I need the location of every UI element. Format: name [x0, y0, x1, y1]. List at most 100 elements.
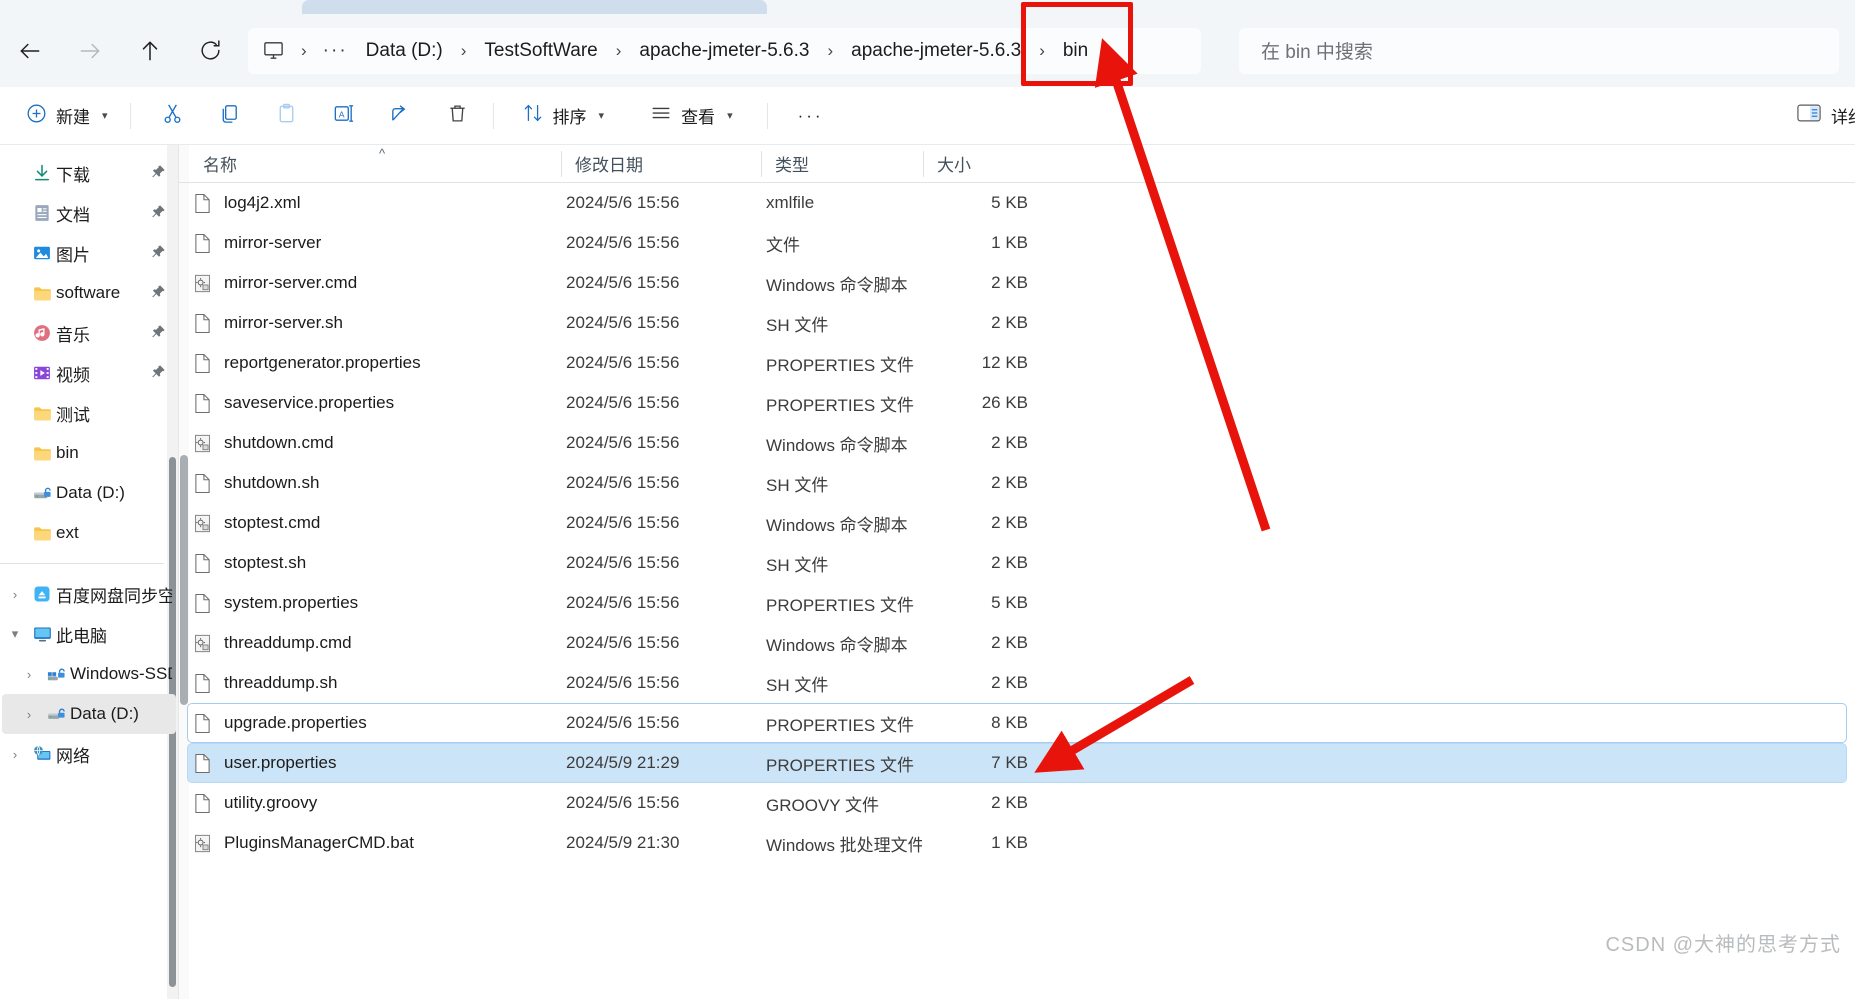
sidebar-item-baidu-netdisk[interactable]: › 百度网盘同步空间 [2, 574, 176, 614]
table-row[interactable]: user.properties 2024/5/9 21:29 PROPERTIES … [187, 743, 1847, 783]
breadcrumb-separator-3[interactable]: › [819, 41, 841, 61]
file-name-cell[interactable]: threaddump.sh [188, 673, 560, 694]
up-button[interactable] [128, 29, 172, 73]
cut-button[interactable] [147, 96, 198, 136]
file-name-cell[interactable]: system.properties [188, 593, 560, 614]
chevron-right-icon[interactable]: › [2, 747, 28, 762]
rename-button[interactable]: A [318, 96, 369, 136]
search-box[interactable]: 在 bin 中搜索 [1239, 27, 1839, 74]
column-header-type[interactable]: 类型 [761, 145, 923, 183]
column-header-date[interactable]: 修改日期 [561, 145, 761, 183]
table-row[interactable]: PluginsManagerCMD.bat 2024/5/9 21:30 Windo… [187, 823, 1847, 863]
pin-icon[interactable] [151, 364, 166, 384]
pin-icon[interactable] [151, 324, 166, 344]
breadcrumb-separator-4[interactable]: › [1031, 41, 1053, 61]
sidebar-item-videos[interactable]: 视频 [2, 353, 176, 393]
copy-button[interactable] [204, 96, 255, 136]
back-button[interactable] [8, 29, 52, 73]
file-name-cell[interactable]: mirror-server [188, 233, 560, 254]
breadcrumb-item-apache-jmeter-outer[interactable]: apache-jmeter-5.6.3 [629, 35, 819, 67]
table-row[interactable]: system.properties 2024/5/6 15:56 PROPERTIE… [187, 583, 1847, 623]
pin-icon[interactable] [151, 204, 166, 224]
breadcrumb-item-bin[interactable]: bin [1053, 35, 1098, 67]
table-row[interactable]: shutdown.sh 2024/5/6 15:56 SH 文件 2 KB [187, 463, 1847, 503]
table-row[interactable]: log4j2.xml 2024/5/6 15:56 xmlfile 5 KB [187, 183, 1847, 223]
sidebar-item-downloads[interactable]: 下载 [2, 153, 176, 193]
file-name-cell[interactable]: reportgenerator.properties [188, 353, 560, 374]
file-name-cell[interactable]: shutdown.cmd [188, 433, 560, 454]
view-button[interactable]: 查看 ▾ [638, 96, 745, 136]
sidebar-item-ceshi[interactable]: 测试 [2, 393, 176, 433]
breadcrumb[interactable]: › ··· Data (D:) › TestSoftWare › apache-… [248, 27, 1201, 74]
breadcrumb-item-apache-jmeter-inner[interactable]: apache-jmeter-5.6.3 [841, 35, 1031, 67]
new-button[interactable]: 新建 ▾ [14, 96, 120, 136]
sidebar-item-software[interactable]: software [2, 273, 176, 313]
column-header-name[interactable]: 名称 ^ [189, 145, 561, 183]
sidebar-item-network[interactable]: › 网络 [2, 734, 176, 774]
breadcrumb-separator-0[interactable]: › [293, 41, 315, 61]
sort-button[interactable]: 排序 ▾ [510, 96, 617, 136]
search-input[interactable]: 在 bin 中搜索 [1261, 37, 1373, 64]
file-name-cell[interactable]: user.properties [188, 753, 560, 774]
share-button[interactable] [375, 96, 426, 136]
file-name-cell[interactable]: stoptest.cmd [188, 513, 560, 534]
sidebar-item-data-d-quick[interactable]: Data (D:) [2, 473, 176, 513]
sidebar-item-ext[interactable]: ext [2, 513, 176, 553]
breadcrumb-overflow[interactable]: ··· [315, 40, 356, 62]
table-row[interactable]: mirror-server 2024/5/6 15:56 文件 1 KB [187, 223, 1847, 263]
pin-icon[interactable] [151, 164, 166, 184]
sidebar-item-data-d[interactable]: › Data (D:) [2, 694, 176, 734]
sidebar-item-this-pc[interactable]: ▾ 此电脑 [2, 614, 176, 654]
breadcrumb-separator-1[interactable]: › [453, 41, 475, 61]
sidebar-item-bin[interactable]: bin [2, 433, 176, 473]
table-row[interactable]: stoptest.cmd 2024/5/6 15:56 Windows 命令脚本 2 … [187, 503, 1847, 543]
table-row[interactable]: saveservice.properties 2024/5/6 15:56 PROP… [187, 383, 1847, 423]
forward-button[interactable] [68, 29, 112, 73]
sidebar-item-documents[interactable]: 文档 [2, 193, 176, 233]
sidebar-item-pictures[interactable]: 图片 [2, 233, 176, 273]
file-date-cell: 2024/5/9 21:30 [560, 833, 760, 853]
breadcrumb-item-testsoftware[interactable]: TestSoftWare [474, 35, 607, 67]
file-name-cell[interactable]: saveservice.properties [188, 393, 560, 414]
file-name-cell[interactable]: log4j2.xml [188, 193, 560, 214]
table-row[interactable]: threaddump.cmd 2024/5/6 15:56 Windows 命令脚本… [187, 623, 1847, 663]
file-name-cell[interactable]: mirror-server.sh [188, 313, 560, 334]
file-name-cell[interactable]: shutdown.sh [188, 473, 560, 494]
file-name-cell[interactable]: utility.groovy [188, 793, 560, 814]
delete-button[interactable] [432, 96, 483, 136]
chevron-right-icon[interactable]: › [16, 667, 42, 682]
more-options-button[interactable]: ··· [784, 96, 838, 136]
pin-icon[interactable] [151, 244, 166, 264]
chevron-down-icon[interactable]: ▾ [2, 626, 28, 642]
file-name-label: shutdown.cmd [224, 433, 334, 452]
file-name-cell[interactable]: threaddump.cmd [188, 633, 560, 654]
file-name-cell[interactable]: stoptest.sh [188, 553, 560, 574]
column-header-size[interactable]: 大小 [923, 145, 1043, 183]
file-name-cell[interactable]: mirror-server.cmd [188, 273, 560, 294]
breadcrumb-item-data-d[interactable]: Data (D:) [356, 35, 453, 67]
explorer-tab[interactable] [302, 0, 767, 14]
table-row[interactable]: shutdown.cmd 2024/5/6 15:56 Windows 命令脚本 2 … [187, 423, 1847, 463]
table-row[interactable]: threaddump.sh 2024/5/6 15:56 SH 文件 2 KB [187, 663, 1847, 703]
table-row[interactable]: upgrade.properties 2024/5/6 15:56 PROPERTI… [187, 703, 1847, 743]
sidebar-item-windows-ssd[interactable]: › Windows-SSD [2, 654, 176, 694]
file-name-cell[interactable]: PluginsManagerCMD.bat [188, 833, 560, 854]
pin-icon[interactable] [151, 284, 166, 304]
file-type-label: SH 文件 [766, 675, 829, 695]
table-row[interactable]: reportgenerator.properties 2024/5/6 15:56… [187, 343, 1847, 383]
sidebar-item-music[interactable]: 音乐 [2, 313, 176, 353]
paste-button[interactable] [261, 96, 312, 136]
file-icon [194, 233, 212, 254]
table-row[interactable]: utility.groovy 2024/5/6 15:56 GROOVY 文件 2 K… [187, 783, 1847, 823]
breadcrumb-separator-2[interactable]: › [608, 41, 630, 61]
this-pc-icon[interactable] [254, 39, 293, 62]
breadcrumb-separator-5[interactable]: › [1098, 41, 1120, 61]
chevron-right-icon[interactable]: › [2, 587, 28, 602]
table-row[interactable]: stoptest.sh 2024/5/6 15:56 SH 文件 2 KB [187, 543, 1847, 583]
chevron-right-icon[interactable]: › [16, 707, 42, 722]
details-pane-button[interactable]: 详细信息 [1787, 96, 1855, 136]
file-name-cell[interactable]: upgrade.properties [188, 713, 560, 734]
table-row[interactable]: mirror-server.cmd 2024/5/6 15:56 Windows 命… [187, 263, 1847, 303]
refresh-button[interactable] [188, 29, 232, 73]
table-row[interactable]: mirror-server.sh 2024/5/6 15:56 SH 文件 2 KB [187, 303, 1847, 343]
